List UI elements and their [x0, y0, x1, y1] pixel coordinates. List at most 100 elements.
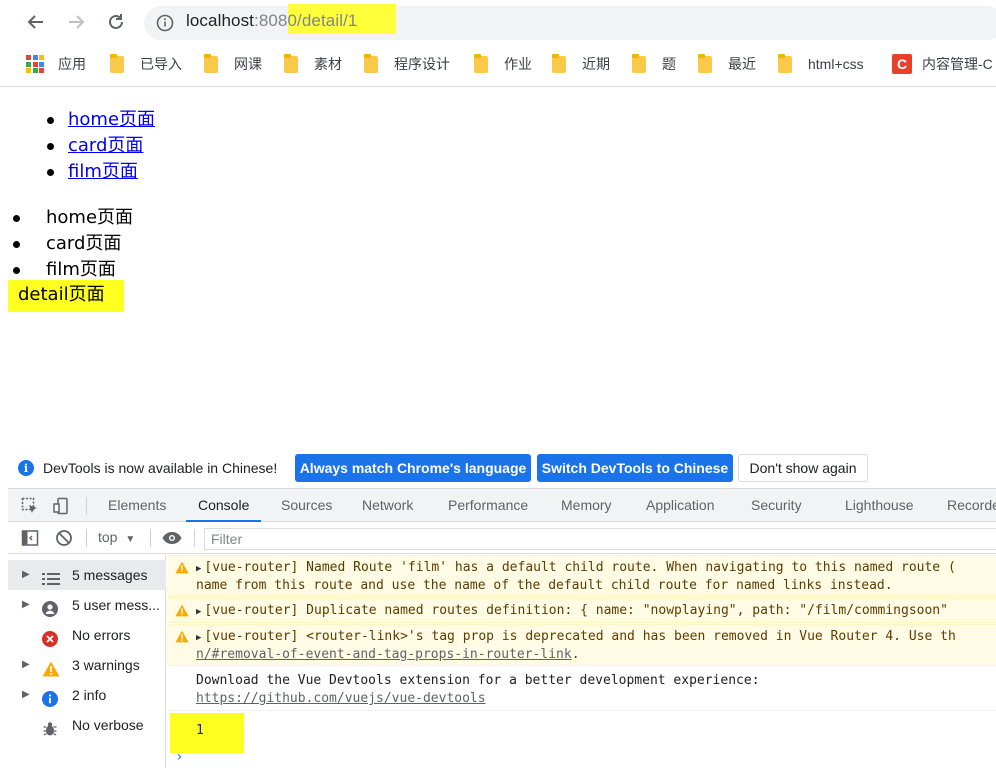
bug-icon: [42, 717, 58, 736]
user-icon: [42, 597, 58, 617]
warning-icon: [175, 630, 189, 647]
tab-application[interactable]: Application: [646, 489, 715, 522]
filter-input[interactable]: Filter: [204, 528, 996, 550]
sidebar-item-user-messages[interactable]: ▶ 5 user mess...: [8, 590, 166, 620]
bookmark-folder-imported[interactable]: 已导入: [110, 53, 182, 74]
bookmark-folder-materials[interactable]: 素材: [284, 53, 342, 74]
bookmark-folder-courses[interactable]: 网课: [204, 53, 262, 74]
folder-icon: [204, 53, 218, 73]
console-log-value: 1: [196, 723, 204, 738]
sidebar-label: No verbose: [72, 717, 144, 733]
folder-icon: [698, 53, 712, 73]
reload-button[interactable]: [104, 10, 128, 34]
tab-performance[interactable]: Performance: [448, 489, 528, 522]
csdn-icon: C: [892, 54, 912, 74]
folder-icon: [632, 53, 646, 73]
sidebar-item-messages[interactable]: ▶ 5 messages: [8, 560, 166, 590]
bookmark-label: 题: [662, 56, 676, 72]
language-infobar: i DevTools is now available in Chinese! …: [8, 448, 996, 488]
devtools-panel: i DevTools is now available in Chinese! …: [8, 448, 996, 768]
infobar-message: DevTools is now available in Chinese!: [43, 460, 278, 476]
bookmark-folder-questions[interactable]: 题: [632, 53, 676, 74]
expand-triangle-icon[interactable]: ▶: [196, 633, 201, 643]
console-warning-row[interactable]: ▶ [vue-router] Named Route 'film' has a d…: [167, 555, 996, 597]
view-item-card: card页面: [8, 231, 133, 257]
folder-icon: [474, 53, 488, 73]
back-button[interactable]: [24, 10, 48, 34]
router-docs-link[interactable]: n/#removal-of-event-and-tag-props-in-rou…: [196, 647, 572, 662]
bookmark-label: html+css: [808, 56, 864, 72]
bookmark-folder-homework[interactable]: 作业: [474, 53, 532, 74]
tab-console[interactable]: Console: [186, 489, 262, 522]
url-host: localhost: [186, 11, 254, 30]
tab-recorder[interactable]: Recorder: [947, 489, 996, 522]
sidebar-item-verbose[interactable]: No verbose: [8, 710, 166, 740]
expand-arrow-icon[interactable]: ▶: [22, 590, 30, 620]
console-warning-row[interactable]: ▶ [vue-router] Duplicate named routes def…: [167, 598, 996, 623]
inspect-element-icon[interactable]: [20, 496, 40, 519]
device-toolbar-icon[interactable]: [52, 496, 72, 519]
bookmark-label: 近期: [582, 56, 610, 72]
dont-show-again-button[interactable]: Don't show again: [738, 454, 868, 482]
expand-triangle-icon[interactable]: ▶: [196, 607, 201, 617]
view-list: home页面 card页面 film页面: [8, 205, 133, 283]
list-item: card页面: [42, 133, 155, 159]
console-sidebar: ▶ 5 messages ▶ 5 user mess... No errors …: [8, 555, 166, 768]
sidebar-label: 5 messages: [72, 567, 148, 583]
context-select[interactable]: top ▼: [98, 529, 135, 545]
sidebar-item-errors[interactable]: No errors: [8, 620, 166, 650]
bookmark-folder-programming[interactable]: 程序设计: [364, 53, 450, 74]
bookmark-content-management[interactable]: C 内容管理-C: [892, 54, 993, 74]
bookmark-apps[interactable]: 应用: [26, 54, 86, 74]
bookmark-label: 素材: [314, 56, 342, 72]
home-link[interactable]: home页面: [68, 109, 155, 130]
console-prompt-icon[interactable]: ›: [175, 749, 183, 765]
list-item: home页面: [42, 107, 155, 133]
tab-memory[interactable]: Memory: [561, 489, 612, 522]
tab-security[interactable]: Security: [751, 489, 802, 522]
switch-to-chinese-button[interactable]: Switch DevTools to Chinese: [537, 454, 733, 482]
console-warning-row[interactable]: ▶ [vue-router] <router-link>'s tag prop i…: [167, 624, 996, 666]
expand-arrow-icon[interactable]: ▶: [22, 680, 30, 710]
card-link[interactable]: card页面: [68, 135, 143, 156]
console-toolbar: top ▼ Filter: [8, 522, 996, 554]
bookmark-folder-html-css[interactable]: html+css: [778, 53, 864, 74]
bookmark-folder-latest[interactable]: 最近: [698, 53, 756, 74]
expand-arrow-icon[interactable]: ▶: [22, 560, 30, 590]
detail-view-text: detail页面: [18, 284, 105, 305]
message-text: .: [571, 647, 580, 662]
always-match-language-button[interactable]: Always match Chrome's language: [295, 454, 531, 482]
message-line: name from this route and use the name of…: [196, 578, 893, 593]
tab-sources[interactable]: Sources: [281, 489, 332, 522]
vue-devtools-link[interactable]: https://github.com/vuejs/vue-devtools: [196, 691, 486, 706]
url-text[interactable]: localhost:8080/detail/1: [186, 11, 358, 31]
bookmark-folder-recent-period[interactable]: 近期: [552, 53, 610, 74]
message-text: [vue-router] Duplicate named routes defi…: [204, 603, 948, 618]
film-link[interactable]: film页面: [68, 161, 138, 182]
folder-icon: [778, 53, 792, 73]
expand-triangle-icon[interactable]: ▶: [196, 564, 201, 574]
forward-arrow-icon: [69, 15, 85, 29]
message-line: n/#removal-of-event-and-tag-props-in-rou…: [196, 647, 580, 662]
tab-lighthouse[interactable]: Lighthouse: [845, 489, 914, 522]
tab-elements[interactable]: Elements: [108, 489, 166, 522]
clear-console-icon[interactable]: [54, 528, 74, 551]
bookmark-label: 应用: [58, 56, 86, 72]
forward-button[interactable]: [64, 10, 88, 34]
expand-arrow-icon[interactable]: ▶: [22, 650, 30, 680]
bookmark-label: 内容管理-C: [922, 56, 993, 72]
divider: [86, 529, 87, 547]
sidebar-label: 2 info: [72, 687, 107, 703]
bookmark-label: 程序设计: [394, 56, 450, 72]
message-line: https://github.com/vuejs/vue-devtools: [196, 691, 486, 706]
site-info-icon[interactable]: [156, 14, 174, 36]
info-icon: [42, 687, 58, 707]
message-line: ▶ [vue-router] Duplicate named routes def…: [196, 603, 948, 618]
message-text: [vue-router] Named Route 'film' has a de…: [204, 560, 956, 575]
eye-icon[interactable]: [161, 528, 183, 551]
warning-icon: [175, 604, 189, 621]
sidebar-item-info[interactable]: ▶ 2 info: [8, 680, 166, 710]
sidebar-item-warnings[interactable]: ▶ 3 warnings: [8, 650, 166, 680]
tab-network[interactable]: Network: [362, 489, 413, 522]
toggle-sidebar-icon[interactable]: [20, 528, 40, 551]
